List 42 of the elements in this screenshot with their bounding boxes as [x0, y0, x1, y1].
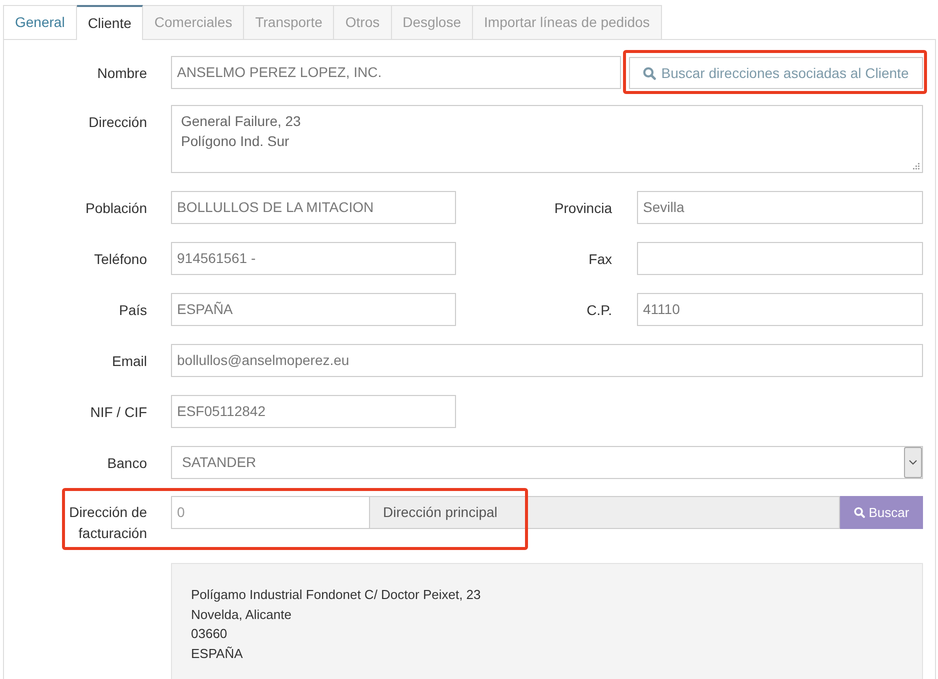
field-label: Banco	[107, 454, 147, 473]
field-label: Dirección	[88, 113, 147, 132]
tab[interactable]: Cliente	[76, 5, 144, 40]
search-addresses-button[interactable]: Buscar direcciones asociadas al Cliente	[629, 57, 923, 89]
field-label: Email	[112, 352, 147, 371]
select-field[interactable]: SATANDER	[171, 446, 923, 479]
resize-handle-icon	[913, 163, 920, 170]
input-field[interactable]: 914561561 -	[171, 242, 456, 275]
input-field[interactable]: bollullos@anselmoperez.eu	[171, 344, 923, 377]
search-icon	[854, 507, 865, 518]
search-button[interactable]: Buscar	[840, 496, 923, 529]
field-label: Teléfono	[94, 250, 147, 269]
search-icon	[643, 66, 656, 80]
field-label: Provincia	[554, 199, 612, 218]
tab[interactable]: Transporte	[244, 5, 334, 39]
address-line: Polígamo Industrial Fondonet C/ Doctor Peixet, 23	[191, 586, 481, 604]
input-field[interactable]: 0	[171, 496, 370, 529]
tab[interactable]: General	[3, 5, 77, 39]
tab[interactable]: Comerciales	[143, 5, 244, 39]
input-field[interactable]: 41110	[637, 293, 923, 326]
address-line: 03660	[191, 625, 228, 643]
tab[interactable]: Importar líneas de pedidos	[473, 5, 662, 39]
field-label: C.P.	[586, 301, 612, 320]
address-name-addon: Dirección principal	[370, 496, 840, 529]
address-line: ESPAÑA	[191, 644, 243, 662]
field-label: Fax	[588, 250, 612, 269]
field-label: Dirección de facturación	[68, 503, 147, 543]
field-label: Población	[86, 199, 147, 218]
input-field[interactable]: ESF05112842	[171, 395, 456, 428]
input-field[interactable]: ESPAÑA	[171, 293, 456, 326]
field-label: NIF / CIF	[90, 403, 147, 422]
chevron-down-icon	[904, 447, 922, 478]
tab[interactable]: Desglose	[392, 5, 474, 39]
input-field[interactable]: ANSELMO PEREZ LOPEZ, INC.	[171, 56, 621, 89]
field-label: Nombre	[97, 64, 147, 83]
input-field[interactable]	[637, 242, 923, 275]
tab[interactable]: Otros	[334, 5, 392, 39]
address-line: Novelda, Alicante	[191, 606, 292, 624]
input-field[interactable]: Sevilla	[637, 191, 923, 224]
input-field[interactable]: BOLLULLOS DE LA MITACION	[171, 191, 456, 224]
address-textarea[interactable]: General Failure, 23 Polígono Ind. Sur	[171, 105, 923, 173]
field-label: País	[118, 301, 147, 320]
